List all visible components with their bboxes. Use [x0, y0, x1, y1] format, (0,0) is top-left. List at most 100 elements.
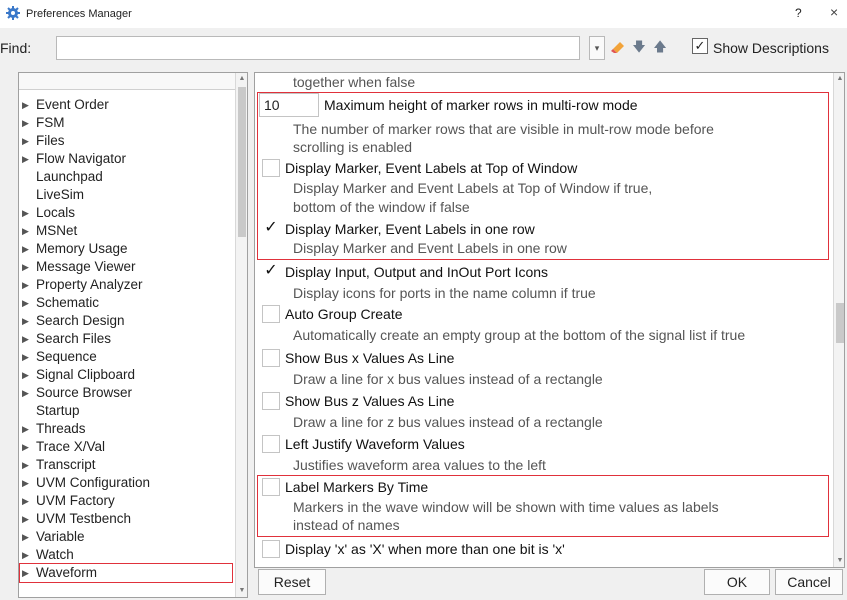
preferences-scrollbar[interactable]: ▲ ▼ [833, 73, 844, 567]
tree-item[interactable]: ▶ UVM Configuration [22, 474, 232, 492]
cancel-button[interactable]: Cancel [775, 569, 843, 595]
checkbox-bus-z[interactable] [262, 392, 280, 410]
tree-item[interactable]: ▶ UVM Factory [22, 492, 232, 510]
pref-description: The number of marker rows that are visib… [293, 121, 714, 137]
tree-item[interactable]: ▶ Property Analyzer [22, 276, 232, 294]
expand-arrow-icon[interactable]: ▶ [22, 438, 36, 456]
tree-item[interactable]: ▶ Trace X/Val [22, 438, 232, 456]
pref-description: Automatically create an empty group at t… [293, 327, 746, 343]
checkbox-label-markers[interactable] [262, 478, 280, 496]
expand-arrow-icon[interactable]: ▶ [22, 258, 36, 276]
arrow-up-icon[interactable]: 🡅 [651, 38, 669, 56]
tree-item[interactable]: ▶ FSM [22, 114, 232, 132]
expand-arrow-icon[interactable]: ▶ [22, 240, 36, 258]
expand-arrow-icon[interactable]: ▶ [22, 384, 36, 402]
help-button[interactable]: ? [795, 6, 802, 20]
expand-arrow-icon[interactable]: ▶ [22, 456, 36, 474]
expand-arrow-icon[interactable]: ▶ [22, 564, 36, 582]
tree-item-label: Search Design [36, 313, 125, 328]
close-button[interactable]: × [830, 4, 838, 20]
expand-arrow-icon[interactable]: ▶ [22, 474, 36, 492]
expand-arrow-icon[interactable]: ▶ [22, 510, 36, 528]
expand-arrow-icon[interactable]: ▶ [22, 546, 36, 564]
tree-item[interactable]: ▶ Source Browser [22, 384, 232, 402]
expand-arrow-icon[interactable]: ▶ [22, 222, 36, 240]
expand-arrow-icon[interactable]: ▶ [22, 528, 36, 546]
expand-arrow-icon[interactable]: ▶ [22, 348, 36, 366]
tree-item[interactable]: ▶ Search Design [22, 312, 232, 330]
pref-description: Display Marker and Event Labels at Top o… [293, 180, 653, 196]
expand-arrow-icon[interactable]: ▶ [22, 492, 36, 510]
pref-label: Display 'x' as 'X' when more than one bi… [285, 541, 565, 557]
checkbox-labels-top[interactable] [262, 159, 280, 177]
show-descriptions-checkbox[interactable]: ✓ [692, 38, 708, 54]
checkbox-bus-x[interactable] [262, 349, 280, 367]
tree-item[interactable]: ▶ Sequence [22, 348, 232, 366]
pref-description: scrolling is enabled [293, 139, 413, 155]
pref-description: Justifies waveform area values to the le… [293, 457, 546, 473]
pref-label: Auto Group Create [285, 306, 403, 322]
checkbox-port-icons[interactable]: ✓ [262, 263, 280, 281]
arrow-down-icon[interactable]: 🡇 [630, 38, 648, 56]
tree-scrollbar[interactable]: ▲ ▼ [235, 73, 247, 597]
tree-item[interactable]: Startup [22, 402, 232, 420]
expand-arrow-icon[interactable]: ▶ [22, 204, 36, 222]
reset-button[interactable]: Reset [258, 569, 326, 595]
tree-item-label: LiveSim [36, 187, 85, 202]
expand-arrow-icon[interactable]: ▶ [22, 96, 36, 114]
expand-arrow-icon[interactable]: ▶ [22, 312, 36, 330]
expand-arrow-icon[interactable]: ▶ [22, 276, 36, 294]
expand-arrow-icon[interactable]: ▶ [22, 294, 36, 312]
find-dropdown-button[interactable]: ▾ [589, 36, 605, 60]
checkbox-display-x[interactable] [262, 540, 280, 558]
tree-header [19, 73, 247, 90]
expand-arrow-icon[interactable]: ▶ [22, 420, 36, 438]
tree-item[interactable]: ▶ Locals [22, 204, 232, 222]
scrollbar-thumb[interactable] [238, 87, 246, 237]
tree-item[interactable]: ▶ Flow Navigator [22, 150, 232, 168]
tree-item[interactable]: ▶ Schematic [22, 294, 232, 312]
find-input[interactable] [56, 36, 580, 60]
pref-description: Markers in the wave window will be shown… [293, 499, 719, 515]
tree-item-label: Files [36, 133, 65, 148]
tree-item[interactable]: LiveSim [22, 186, 232, 204]
tree-item[interactable]: ▶ Event Order [22, 96, 232, 114]
tree-item[interactable]: ▶ Threads [22, 420, 232, 438]
tree-item-label: Event Order [36, 97, 109, 112]
tree-item-label: Signal Clipboard [36, 367, 136, 382]
tree-item-label: UVM Testbench [36, 511, 132, 526]
scroll-down-icon[interactable]: ▼ [236, 585, 247, 597]
checkbox-auto-group[interactable] [262, 305, 280, 323]
expand-arrow-icon[interactable]: ▶ [22, 330, 36, 348]
scroll-down-icon[interactable]: ▼ [834, 555, 844, 567]
tree-item[interactable]: ▶ MSNet [22, 222, 232, 240]
tree-item[interactable]: ▶ Message Viewer [22, 258, 232, 276]
marker-rows-input[interactable]: 10 [259, 93, 319, 117]
ok-button[interactable]: OK [704, 569, 770, 595]
scroll-up-icon[interactable]: ▲ [834, 73, 844, 85]
tree-item[interactable]: Launchpad [22, 168, 232, 186]
tree-item-label: Locals [36, 205, 76, 220]
tree-item[interactable]: ▶ Transcript [22, 456, 232, 474]
tree-item[interactable]: ▶ Watch [22, 546, 232, 564]
tree-item[interactable]: ▶ Files [22, 132, 232, 150]
expand-arrow-icon[interactable]: ▶ [22, 132, 36, 150]
expand-arrow-icon[interactable]: ▶ [22, 150, 36, 168]
pref-description: instead of names [293, 517, 400, 533]
tree-item-label: Watch [36, 547, 74, 562]
checkbox-left-justify[interactable] [262, 435, 280, 453]
expand-arrow-icon[interactable]: ▶ [22, 114, 36, 132]
tree-item[interactable]: ▶ Signal Clipboard [22, 366, 232, 384]
tree-item[interactable]: ▶ Waveform [19, 563, 233, 583]
scroll-up-icon[interactable]: ▲ [236, 73, 247, 85]
category-tree: ▶ Event Order ▶ FSM ▶ Files ▶ Flow Navigator Lau… [19, 96, 233, 583]
scrollbar-thumb[interactable] [836, 303, 844, 343]
eraser-icon[interactable] [609, 38, 627, 56]
tree-item[interactable]: ▶ Memory Usage [22, 240, 232, 258]
tree-item[interactable]: ▶ UVM Testbench [22, 510, 232, 528]
expand-arrow-icon[interactable]: ▶ [22, 366, 36, 384]
checkbox-one-row[interactable]: ✓ [262, 220, 280, 238]
tree-item[interactable]: ▶ Variable [22, 528, 232, 546]
tree-item-label: Memory Usage [36, 241, 128, 256]
tree-item[interactable]: ▶ Search Files [22, 330, 232, 348]
